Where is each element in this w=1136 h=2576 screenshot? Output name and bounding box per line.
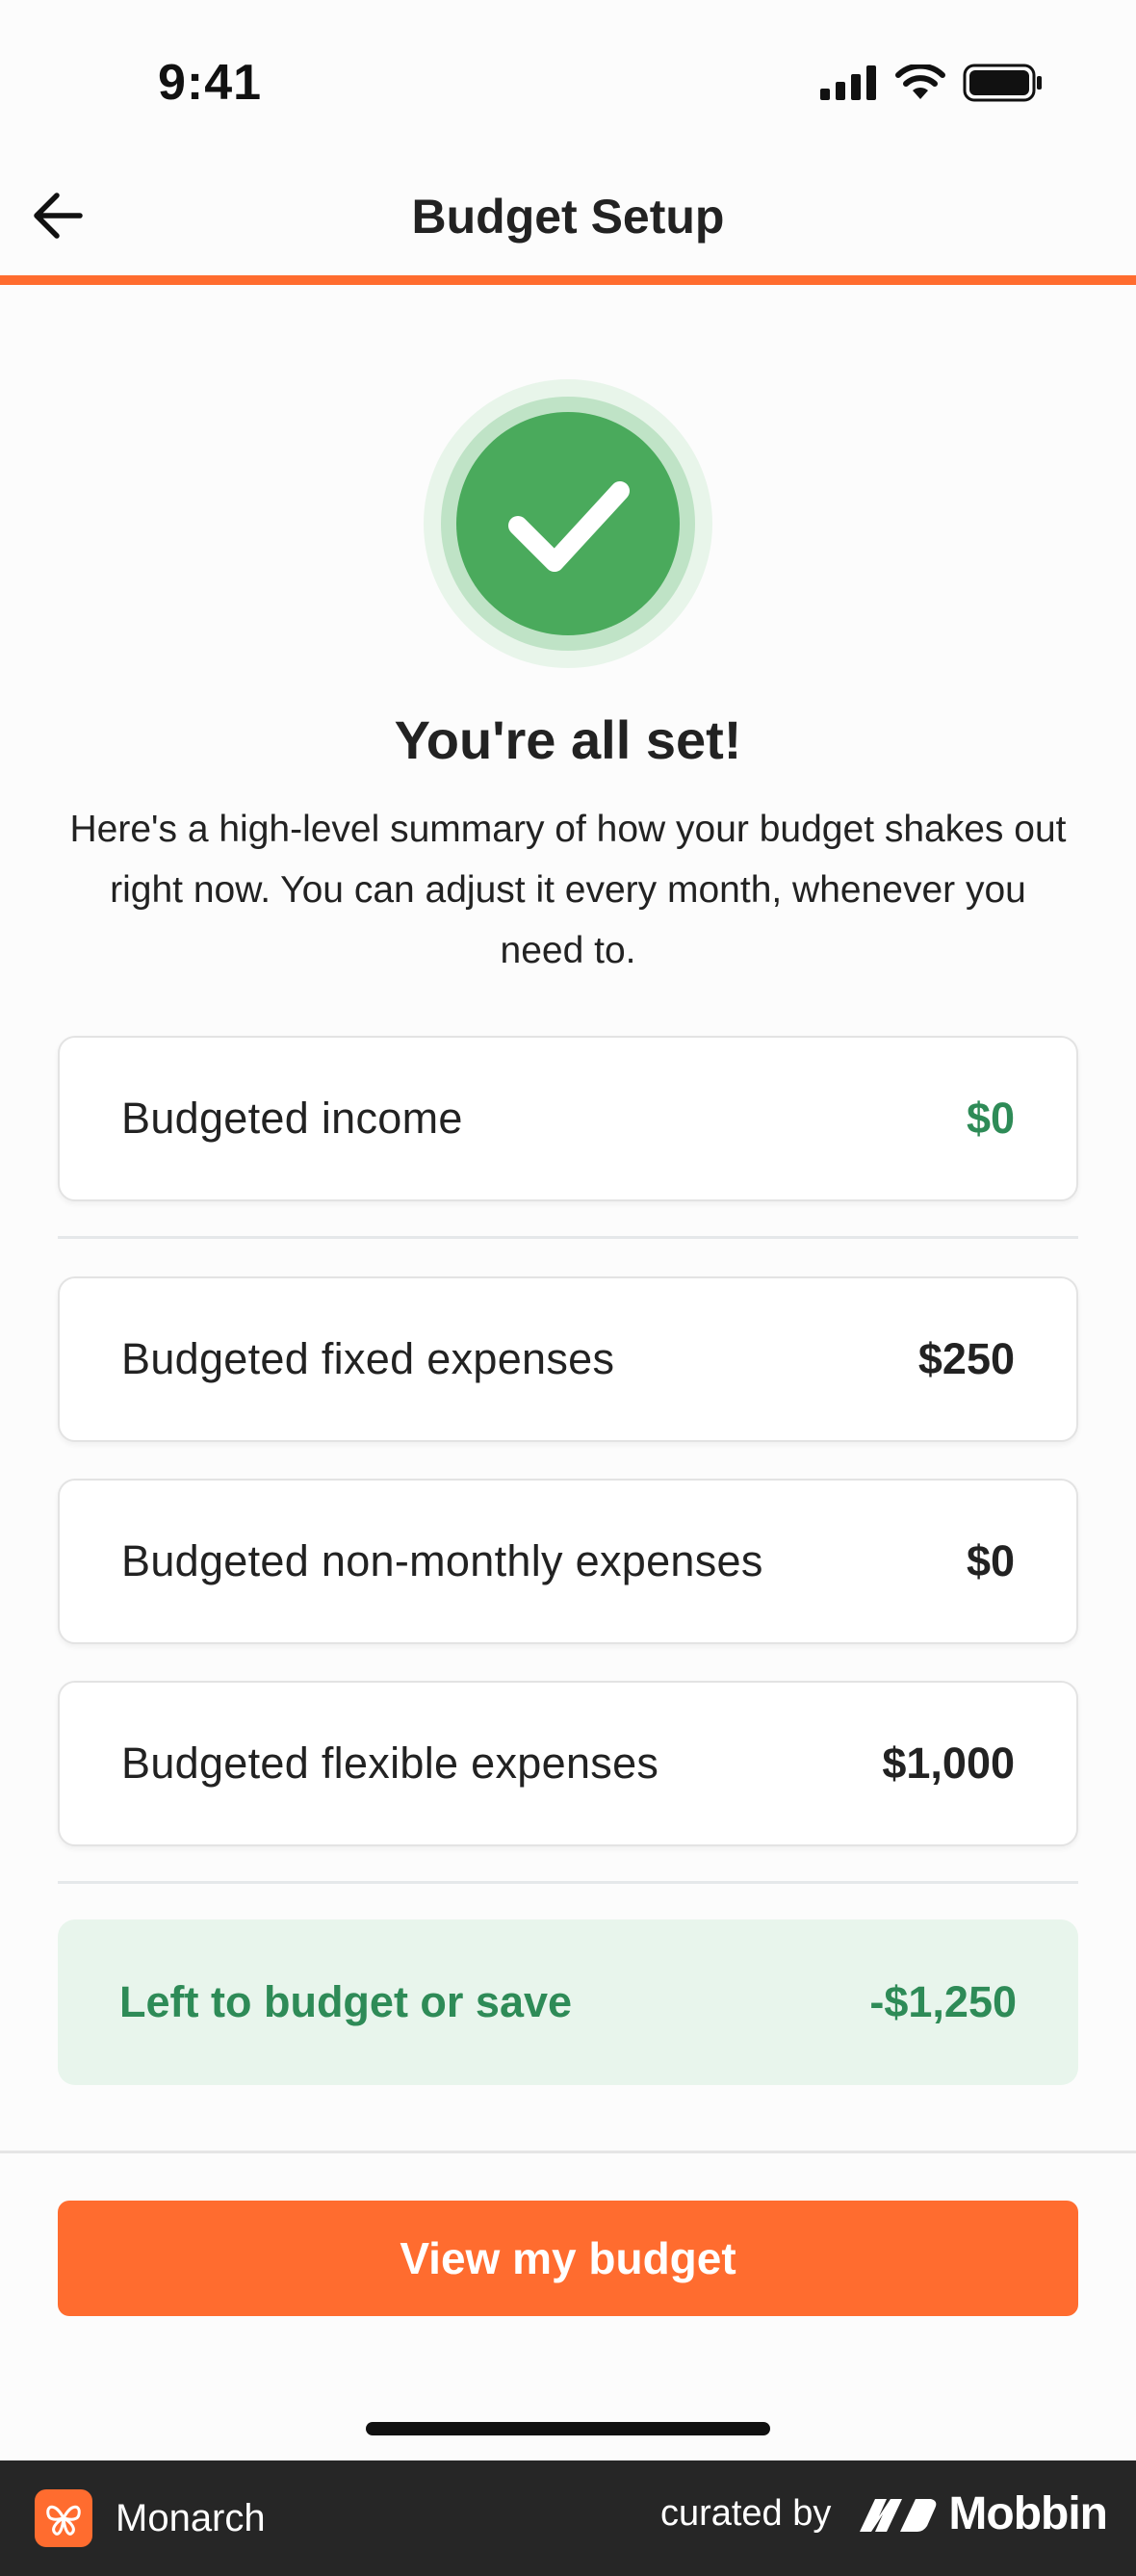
curated-by: curated by Mobbin bbox=[659, 2487, 1108, 2540]
divider bbox=[58, 1881, 1078, 1884]
row-value: $0 bbox=[966, 1094, 1015, 1143]
budgeted-flexible-expenses-row: Budgeted flexible expenses $1,000 bbox=[58, 1681, 1078, 1846]
row-label: Budgeted income bbox=[121, 1094, 463, 1143]
row-value: $0 bbox=[966, 1536, 1015, 1585]
mobbin-logo-icon bbox=[860, 2498, 937, 2532]
budgeted-non-monthly-expenses-row: Budgeted non-monthly expenses $0 bbox=[58, 1479, 1078, 1644]
row-value: $250 bbox=[917, 1334, 1015, 1383]
row-label: Budgeted non-monthly expenses bbox=[121, 1536, 763, 1585]
view-my-budget-button[interactable]: View my budget bbox=[58, 2201, 1078, 2316]
status-time: 9:41 bbox=[158, 55, 263, 111]
mobbin-name: Mobbin bbox=[948, 2488, 1108, 2539]
row-value: $1,000 bbox=[882, 1739, 1015, 1788]
status-icons bbox=[820, 64, 1044, 102]
success-title: You're all set! bbox=[394, 709, 742, 770]
monarch-logo-icon bbox=[35, 2489, 92, 2547]
left-to-budget-summary: Left to budget or save -$1,250 bbox=[58, 1919, 1078, 2085]
monarch-brand: Monarch bbox=[35, 2489, 266, 2547]
divider bbox=[58, 1236, 1078, 1239]
summary-label: Left to budget or save bbox=[119, 1977, 573, 2026]
budgeted-fixed-expenses-row: Budgeted fixed expenses $250 bbox=[58, 1276, 1078, 1442]
app-name: Monarch bbox=[116, 2496, 266, 2539]
home-indicator bbox=[366, 2422, 770, 2435]
footer-divider bbox=[0, 2151, 1136, 2153]
success-description: Here's a high-level summary of how your … bbox=[69, 809, 1067, 971]
status-bar: 9:41 bbox=[0, 0, 1136, 164]
success-check-badge bbox=[424, 379, 712, 668]
curated-by-text: curated by bbox=[659, 2493, 832, 2534]
row-label: Budgeted flexible expenses bbox=[121, 1739, 659, 1788]
mobbin-brand: Mobbin bbox=[858, 2487, 1108, 2540]
budgeted-income-row: Budgeted income $0 bbox=[58, 1036, 1078, 1201]
header-title: Budget Setup bbox=[411, 190, 725, 244]
checkmark-icon bbox=[424, 379, 712, 668]
wifi-icon bbox=[895, 64, 945, 99]
bottom-bar: Monarch curated by Mobbin bbox=[0, 2460, 1136, 2576]
battery-icon bbox=[963, 64, 1042, 102]
header: Budget Setup bbox=[0, 164, 1136, 285]
cellular-signal-icon bbox=[820, 65, 876, 100]
summary-value: -$1,250 bbox=[869, 1977, 1017, 2026]
row-label: Budgeted fixed expenses bbox=[121, 1334, 615, 1383]
